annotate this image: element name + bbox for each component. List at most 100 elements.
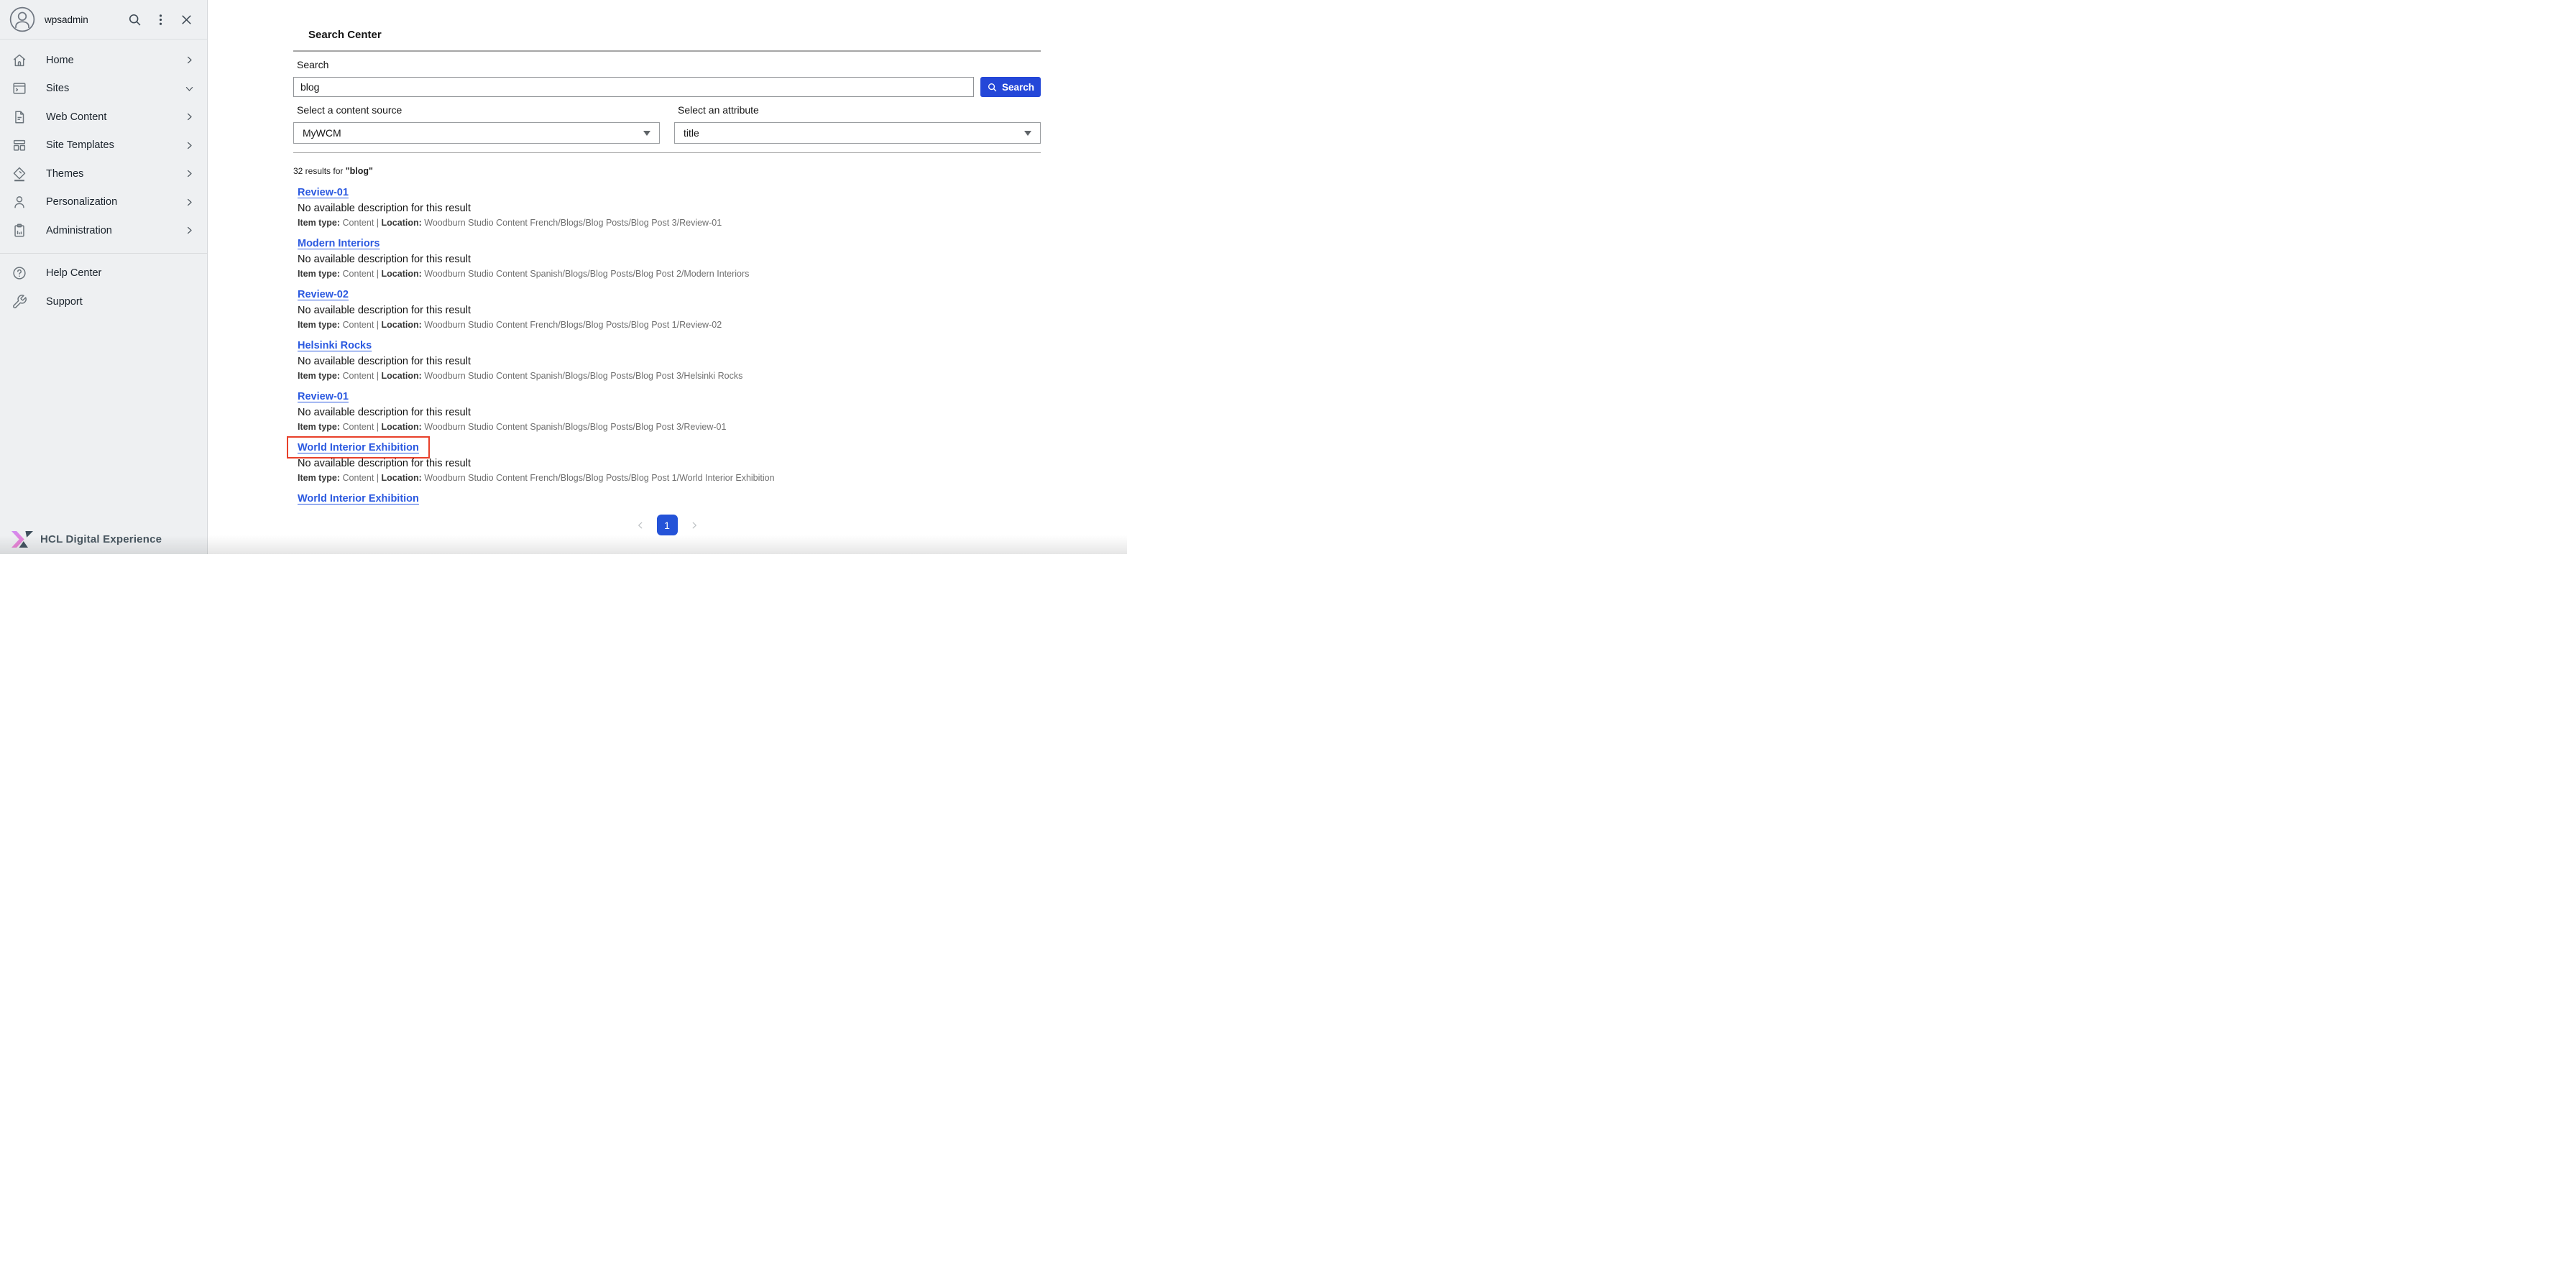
results-list: Review-01 No available description for t… — [293, 186, 1041, 505]
administration-icon — [12, 223, 27, 239]
result-title-link[interactable]: Review-01 — [298, 391, 349, 402]
result-meta: Item type: Content | Location: Woodburn … — [293, 218, 1041, 228]
sidebar-item-home[interactable]: Home — [0, 46, 207, 75]
search-result-item: Helsinki Rocks No available description … — [293, 339, 1041, 381]
close-icon[interactable] — [179, 12, 194, 27]
search-result-item: World Interior Exhibition No available d… — [293, 441, 1041, 483]
sidebar-header: wpsadmin — [0, 0, 207, 40]
search-result-item: World Interior Exhibition — [293, 492, 1041, 505]
item-type-label: Item type: — [298, 269, 340, 279]
pagination: 1 — [293, 515, 1041, 535]
personalization-icon — [12, 194, 27, 210]
dropdown-caret-icon — [643, 131, 650, 136]
sidebar-item-label: Home — [46, 55, 74, 66]
dropdown-caret-icon — [1024, 131, 1031, 136]
sidebar: wpsadmin Home — [0, 0, 208, 554]
result-meta: Item type: Content | Location: Woodburn … — [293, 320, 1041, 330]
sidebar-item-site-templates[interactable]: Site Templates — [0, 132, 207, 160]
result-title-link[interactable]: World Interior Exhibition — [298, 493, 419, 505]
result-title-link[interactable]: Review-02 — [298, 289, 349, 300]
search-input[interactable] — [293, 77, 974, 97]
item-type-label: Item type: — [298, 320, 340, 330]
location-value: Woodburn Studio Content Spanish/Blogs/Bl… — [424, 422, 726, 432]
item-type-value: Content — [343, 218, 374, 228]
chevron-right-icon[interactable] — [184, 140, 195, 151]
app-window: wpsadmin Home — [0, 0, 1127, 554]
location-value: Woodburn Studio Content French/Blogs/Blo… — [424, 473, 774, 483]
meta-divider: | — [377, 269, 379, 279]
item-type-label: Item type: — [298, 473, 340, 483]
result-title-link[interactable]: World Interior Exhibition — [298, 442, 419, 453]
chevron-down-icon[interactable] — [184, 83, 195, 94]
location-label: Location: — [382, 371, 422, 381]
meta-divider: | — [377, 371, 379, 381]
sidebar-item-personalization[interactable]: Personalization — [0, 188, 207, 217]
search-button-icon — [987, 82, 998, 93]
sidebar-item-sites[interactable]: Sites — [0, 75, 207, 103]
hcl-logo-icon — [12, 530, 33, 548]
chevron-right-icon[interactable] — [184, 225, 195, 236]
sidebar-item-web-content[interactable]: Web Content — [0, 103, 207, 132]
sidebar-item-label: Administration — [46, 225, 112, 236]
meta-divider: | — [377, 320, 379, 330]
attribute-select[interactable]: title — [674, 122, 1041, 144]
username-label: wpsadmin — [45, 14, 88, 25]
pagination-page-1[interactable]: 1 — [657, 515, 678, 535]
search-row: Search — [293, 77, 1041, 97]
search-button[interactable]: Search — [980, 77, 1041, 97]
result-meta: Item type: Content | Location: Woodburn … — [293, 371, 1041, 381]
item-type-value: Content — [343, 422, 374, 432]
overflow-menu-icon[interactable] — [153, 12, 168, 27]
results-summary-term: "blog" — [346, 166, 373, 176]
chevron-right-icon[interactable] — [184, 197, 195, 208]
attribute-value: title — [684, 127, 699, 139]
location-value: Woodburn Studio Content French/Blogs/Blo… — [424, 218, 722, 228]
search-button-label: Search — [1002, 82, 1034, 93]
meta-divider: | — [377, 422, 379, 432]
sidebar-item-support[interactable]: Support — [0, 287, 207, 316]
content-source-value: MyWCM — [303, 127, 341, 139]
meta-divider: | — [377, 218, 379, 228]
location-label: Location: — [382, 218, 422, 228]
result-description: No available description for this result — [293, 254, 1041, 266]
support-wrench-icon — [12, 294, 27, 310]
search-result-item: Review-02 No available description for t… — [293, 288, 1041, 330]
sidebar-item-label: Support — [46, 296, 83, 308]
result-title-link[interactable]: Review-01 — [298, 187, 349, 198]
results-divider — [293, 152, 1041, 153]
top-divider — [293, 50, 1041, 52]
item-type-label: Item type: — [298, 371, 340, 381]
result-meta: Item type: Content | Location: Woodburn … — [293, 473, 1041, 483]
location-value: Woodburn Studio Content French/Blogs/Blo… — [424, 320, 722, 330]
sidebar-item-administration[interactable]: Administration — [0, 216, 207, 245]
chevron-right-icon[interactable] — [184, 55, 195, 65]
sidebar-item-themes[interactable]: Themes — [0, 160, 207, 188]
result-description: No available description for this result — [293, 203, 1041, 215]
result-title-link[interactable]: Modern Interiors — [298, 238, 380, 249]
sidebar-header-icons — [127, 12, 194, 27]
web-content-icon — [12, 109, 27, 125]
chevron-right-icon[interactable] — [184, 111, 195, 122]
results-summary: 32 results for "blog" — [293, 166, 1041, 177]
sidebar-item-label: Web Content — [46, 111, 106, 123]
search-icon[interactable] — [127, 12, 142, 27]
sidebar-item-help-center[interactable]: Help Center — [0, 259, 207, 288]
home-icon — [12, 52, 27, 68]
attribute-label: Select an attribute — [674, 104, 1041, 116]
pagination-next-icon[interactable] — [689, 520, 699, 530]
result-meta: Item type: Content | Location: Woodburn … — [293, 269, 1041, 279]
main-content: Search Center Search Search Select a con… — [208, 0, 1127, 554]
content-source-label: Select a content source — [293, 104, 660, 116]
help-icon — [12, 265, 27, 281]
sidebar-item-label: Themes — [46, 168, 83, 180]
pagination-prev-icon[interactable] — [635, 520, 645, 530]
location-label: Location: — [382, 269, 422, 279]
location-value: Woodburn Studio Content Spanish/Blogs/Bl… — [424, 269, 749, 279]
themes-icon — [12, 166, 27, 182]
result-description: No available description for this result — [293, 407, 1041, 419]
result-title-link[interactable]: Helsinki Rocks — [298, 340, 372, 351]
item-type-label: Item type: — [298, 422, 340, 432]
content-source-select[interactable]: MyWCM — [293, 122, 660, 144]
user-avatar-icon[interactable] — [9, 6, 35, 32]
chevron-right-icon[interactable] — [184, 168, 195, 179]
